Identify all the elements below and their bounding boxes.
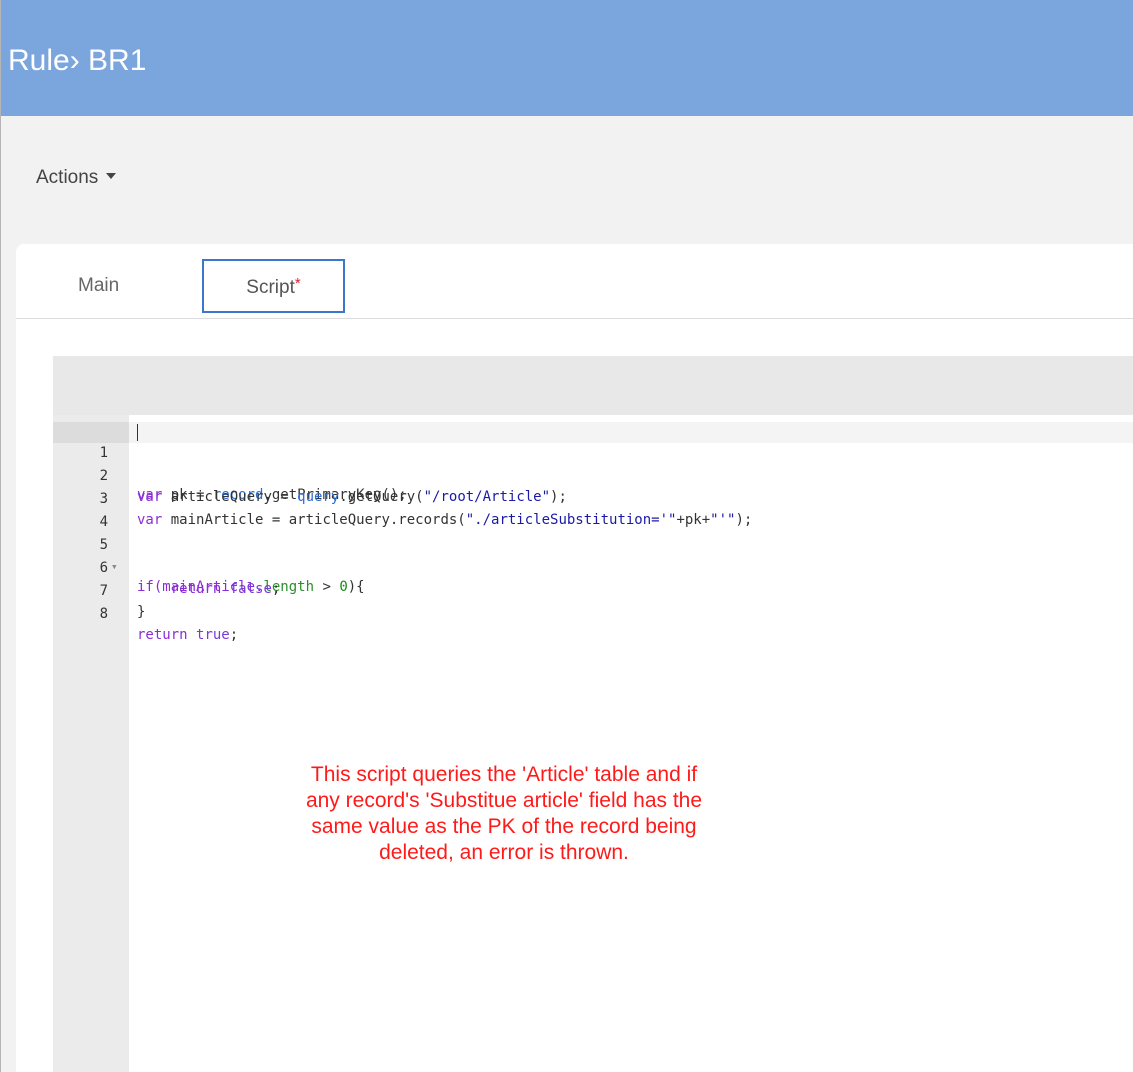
page-title: Rule› BR1 [8,44,147,77]
code-text: return true; [137,627,239,643]
code-line[interactable]: 8 return true; [53,583,1133,643]
tab-script[interactable]: Script* [202,259,345,313]
actions-menu-button[interactable]: Actions [36,167,117,189]
code-line[interactable]: 2 var articleQuery = query.getQuery("/ro… [53,445,1133,505]
page-header: Rule› BR1 [0,0,1133,116]
tab-main[interactable]: Main [62,259,152,313]
caret-down-icon [106,172,117,179]
annotation-line: any record's 'Substitue article' field h… [305,789,703,812]
tab-main-label: Main [78,275,120,296]
tab-bar: Main Script* [16,244,1133,319]
text-cursor [137,424,138,441]
left-border [0,0,1,1072]
editor-toolbar [53,356,1133,415]
tab-script-label: Script [246,277,295,298]
code-line[interactable]: 5 ▾ if(mainArticle.length > 0){ [53,514,1133,595]
line-number: 8 [99,606,108,622]
code-editor[interactable]: 1 var pk = record.getPrimaryKey(); 2 var… [53,356,1133,1072]
code-line[interactable]: 7 } [53,560,1133,620]
modified-marker: * [294,275,301,292]
code-line[interactable]: 3 var mainArticle = articleQuery.records… [53,468,1133,528]
annotation-line: This script queries the 'Article' table … [310,763,698,786]
annotation-line: same value as the PK of the record being [311,815,697,838]
annotation-note: This script queries the 'Article' table … [234,762,774,866]
annotation-line: deleted, an error is thrown. [379,841,629,864]
code-line[interactable]: 6 return false; [53,537,1133,597]
code-line[interactable]: 4 [53,491,1133,530]
actions-menu-label: Actions [36,167,99,188]
code-text: } [137,604,146,620]
code-line[interactable]: 1 var pk = record.getPrimaryKey(); [53,422,1133,503]
